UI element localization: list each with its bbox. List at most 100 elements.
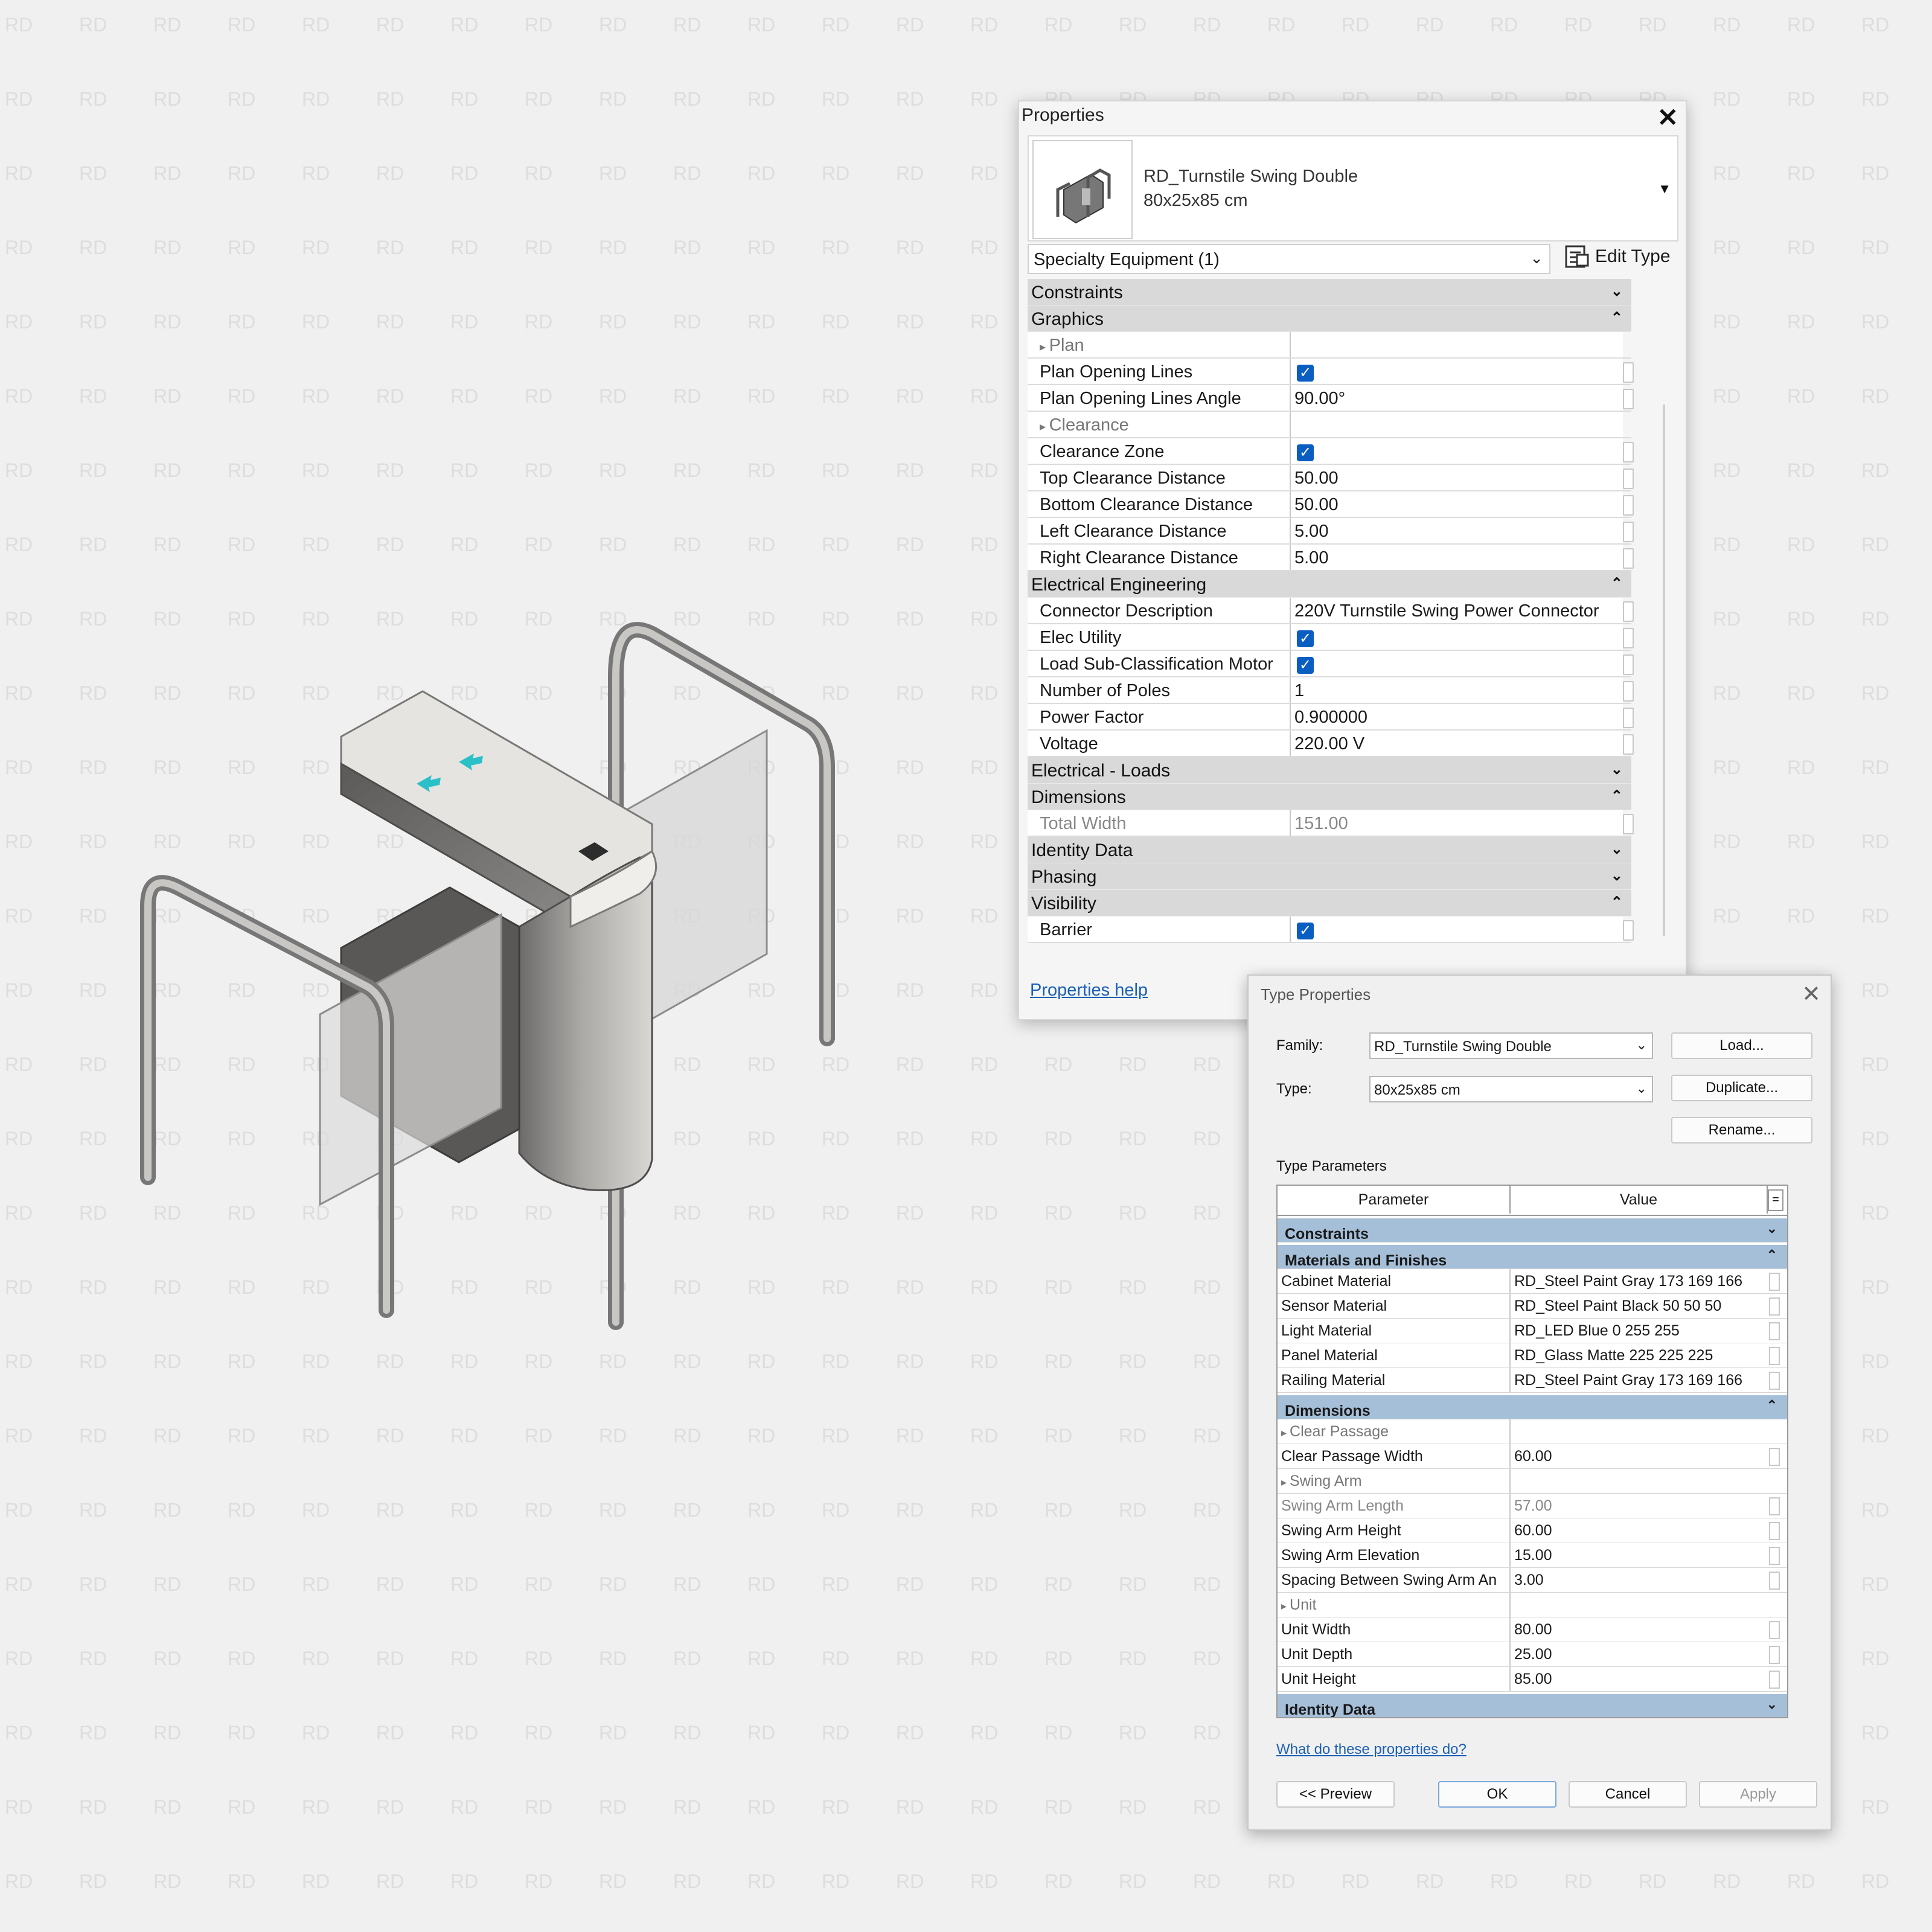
parameter-value[interactable]: 80.00 bbox=[1511, 1617, 1768, 1642]
properties-scrollbar[interactable] bbox=[1663, 405, 1665, 936]
property-value[interactable]: ✓ bbox=[1291, 651, 1623, 676]
double-chevron-up-icon[interactable]: ⌃ bbox=[1611, 575, 1623, 592]
category-header[interactable]: Graphics ⌃ bbox=[1028, 305, 1631, 332]
associate-parameter-button[interactable] bbox=[1769, 1522, 1780, 1540]
associate-parameter-button[interactable] bbox=[1623, 548, 1634, 569]
parameter-value[interactable]: 3.00 bbox=[1511, 1568, 1768, 1592]
associate-parameter-button[interactable] bbox=[1623, 495, 1634, 516]
checked-checkbox-icon[interactable]: ✓ bbox=[1297, 444, 1314, 461]
double-chevron-up-icon[interactable]: ⌃ bbox=[1611, 309, 1623, 327]
property-value[interactable]: 0.900000 bbox=[1291, 704, 1623, 729]
associate-parameter-button[interactable] bbox=[1769, 1322, 1780, 1340]
properties-help-link[interactable]: Properties help bbox=[1030, 980, 1148, 1000]
expand-triangle-icon[interactable]: ▸ bbox=[1281, 1427, 1290, 1439]
associate-parameter-button[interactable] bbox=[1623, 628, 1634, 648]
associate-parameter-button[interactable] bbox=[1769, 1621, 1780, 1639]
associate-parameter-button[interactable] bbox=[1769, 1347, 1780, 1365]
checked-checkbox-icon[interactable]: ✓ bbox=[1297, 923, 1314, 939]
category-header[interactable]: Identity Data ⌄ bbox=[1028, 837, 1631, 863]
associate-parameter-button[interactable] bbox=[1769, 1671, 1780, 1689]
property-value[interactable]: ✓ bbox=[1291, 624, 1623, 650]
parameter-value[interactable]: RD_Steel Paint Gray 173 169 166 bbox=[1511, 1368, 1768, 1392]
ok-button[interactable]: OK bbox=[1438, 1781, 1556, 1808]
category-header[interactable]: Constraints ⌄ bbox=[1278, 1216, 1787, 1243]
property-value[interactable]: 90.00° bbox=[1291, 385, 1623, 411]
associate-parameter-button[interactable] bbox=[1769, 1497, 1780, 1515]
family-dropdown[interactable]: RD_Turnstile Swing Double ⌄ bbox=[1369, 1032, 1653, 1059]
double-chevron-down-icon[interactable]: ⌄ bbox=[1767, 1697, 1777, 1712]
associate-parameter-button[interactable] bbox=[1769, 1547, 1780, 1565]
column-header-value[interactable]: Value bbox=[1511, 1186, 1768, 1214]
checked-checkbox-icon[interactable]: ✓ bbox=[1297, 657, 1314, 674]
property-value[interactable]: 50.00 bbox=[1291, 491, 1623, 517]
what-do-these-properties-do-link[interactable]: What do these properties do? bbox=[1276, 1741, 1467, 1758]
category-header[interactable]: Phasing ⌄ bbox=[1028, 863, 1631, 890]
associate-parameter-button[interactable] bbox=[1623, 442, 1634, 462]
column-header-parameter[interactable]: Parameter bbox=[1278, 1186, 1511, 1214]
parameter-value[interactable]: RD_Steel Paint Gray 173 169 166 bbox=[1511, 1269, 1768, 1293]
associate-parameter-button[interactable] bbox=[1623, 522, 1634, 542]
close-icon[interactable]: ✕ bbox=[1657, 103, 1678, 132]
property-value[interactable]: ✓ bbox=[1291, 438, 1623, 464]
double-chevron-down-icon[interactable]: ⌄ bbox=[1611, 283, 1623, 300]
associate-parameter-button[interactable] bbox=[1623, 601, 1634, 622]
associate-parameter-button[interactable] bbox=[1769, 1297, 1780, 1316]
expand-triangle-icon[interactable]: ▸ bbox=[1281, 1600, 1290, 1612]
category-filter-dropdown[interactable]: Specialty Equipment (1) ⌄ bbox=[1028, 244, 1550, 274]
expand-triangle-icon[interactable]: ▸ bbox=[1040, 420, 1049, 433]
parameter-value[interactable]: 25.00 bbox=[1511, 1642, 1768, 1666]
double-chevron-up-icon[interactable]: ⌃ bbox=[1611, 894, 1623, 911]
category-header[interactable]: Electrical - Loads ⌄ bbox=[1028, 757, 1631, 784]
property-value[interactable]: 5.00 bbox=[1291, 545, 1623, 570]
parameter-value[interactable]: 60.00 bbox=[1511, 1518, 1768, 1543]
close-icon[interactable]: ✕ bbox=[1802, 980, 1821, 1008]
double-chevron-down-icon[interactable]: ⌄ bbox=[1611, 761, 1623, 778]
double-chevron-down-icon[interactable]: ⌄ bbox=[1767, 1221, 1777, 1236]
edit-type-button[interactable]: Edit Type bbox=[1560, 242, 1675, 273]
apply-button[interactable]: Apply bbox=[1699, 1781, 1817, 1808]
checked-checkbox-icon[interactable]: ✓ bbox=[1297, 365, 1314, 382]
category-header[interactable]: Materials and Finishes ⌃ bbox=[1278, 1243, 1787, 1269]
double-chevron-down-icon[interactable]: ⌄ bbox=[1611, 840, 1623, 858]
associate-parameter-button[interactable] bbox=[1623, 814, 1634, 834]
property-value[interactable]: 1 bbox=[1291, 677, 1623, 703]
associate-parameter-button[interactable] bbox=[1769, 1646, 1780, 1664]
category-header[interactable]: Identity Data ⌄ bbox=[1278, 1692, 1787, 1717]
associate-parameter-button[interactable] bbox=[1769, 1372, 1780, 1390]
cancel-button[interactable]: Cancel bbox=[1569, 1781, 1687, 1808]
duplicate-button[interactable]: Duplicate... bbox=[1671, 1075, 1812, 1101]
associate-parameter-button[interactable] bbox=[1769, 1572, 1780, 1590]
category-header[interactable]: Dimensions ⌃ bbox=[1028, 784, 1631, 810]
associate-parameter-button[interactable] bbox=[1623, 708, 1634, 728]
parameter-value[interactable]: RD_Steel Paint Black 50 50 50 bbox=[1511, 1294, 1768, 1318]
property-value[interactable]: ✓ bbox=[1291, 916, 1623, 942]
parameter-value[interactable]: RD_Glass Matte 225 225 225 bbox=[1511, 1343, 1768, 1367]
parameter-value[interactable]: 85.00 bbox=[1511, 1667, 1768, 1691]
associate-parameter-button[interactable] bbox=[1769, 1448, 1780, 1466]
column-header-formula[interactable]: = bbox=[1768, 1189, 1783, 1211]
parameter-value[interactable]: 60.00 bbox=[1511, 1444, 1768, 1468]
associate-parameter-button[interactable] bbox=[1623, 920, 1634, 941]
double-chevron-up-icon[interactable]: ⌃ bbox=[1767, 1398, 1777, 1413]
parameter-value[interactable]: RD_LED Blue 0 255 255 bbox=[1511, 1319, 1768, 1343]
associate-parameter-button[interactable] bbox=[1623, 734, 1634, 755]
rename-button[interactable]: Rename... bbox=[1671, 1117, 1812, 1144]
category-header[interactable]: Visibility ⌃ bbox=[1028, 890, 1631, 916]
category-header[interactable]: Constraints ⌄ bbox=[1028, 279, 1631, 305]
load-button[interactable]: Load... bbox=[1671, 1032, 1812, 1059]
property-value[interactable]: ✓ bbox=[1291, 359, 1623, 384]
associate-parameter-button[interactable] bbox=[1623, 681, 1634, 702]
expand-triangle-icon[interactable]: ▸ bbox=[1040, 341, 1049, 354]
property-value[interactable]: 5.00 bbox=[1291, 518, 1623, 543]
associate-parameter-button[interactable] bbox=[1623, 362, 1634, 383]
checked-checkbox-icon[interactable]: ✓ bbox=[1297, 630, 1314, 647]
type-selector[interactable]: RD_Turnstile Swing Double 80x25x85 cm ▼ bbox=[1028, 135, 1678, 242]
property-value[interactable]: 50.00 bbox=[1291, 465, 1623, 490]
expand-triangle-icon[interactable]: ▸ bbox=[1281, 1476, 1290, 1488]
double-chevron-up-icon[interactable]: ⌃ bbox=[1767, 1247, 1777, 1263]
double-chevron-down-icon[interactable]: ⌄ bbox=[1611, 867, 1623, 884]
type-dropdown[interactable]: 80x25x85 cm ⌄ bbox=[1369, 1076, 1653, 1102]
double-chevron-up-icon[interactable]: ⌃ bbox=[1611, 787, 1623, 805]
property-value[interactable]: 220V Turnstile Swing Power Connector bbox=[1291, 598, 1623, 623]
property-value[interactable]: 220.00 V bbox=[1291, 731, 1623, 756]
